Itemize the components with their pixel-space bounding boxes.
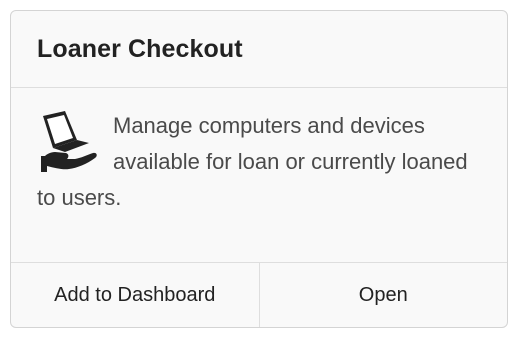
card-header: Loaner Checkout [11, 11, 507, 88]
open-button[interactable]: Open [258, 263, 508, 327]
card-footer: Add to Dashboard Open [11, 262, 507, 327]
add-to-dashboard-button[interactable]: Add to Dashboard [11, 263, 259, 327]
card-body: Manage computers and devices available f… [11, 88, 507, 263]
laptop-in-hand-icon [37, 110, 103, 176]
card-title: Loaner Checkout [37, 34, 243, 63]
card-description-block: Manage computers and devices available f… [37, 108, 477, 216]
loaner-checkout-card: Loaner Checkout Manage computers and dev… [10, 10, 508, 328]
